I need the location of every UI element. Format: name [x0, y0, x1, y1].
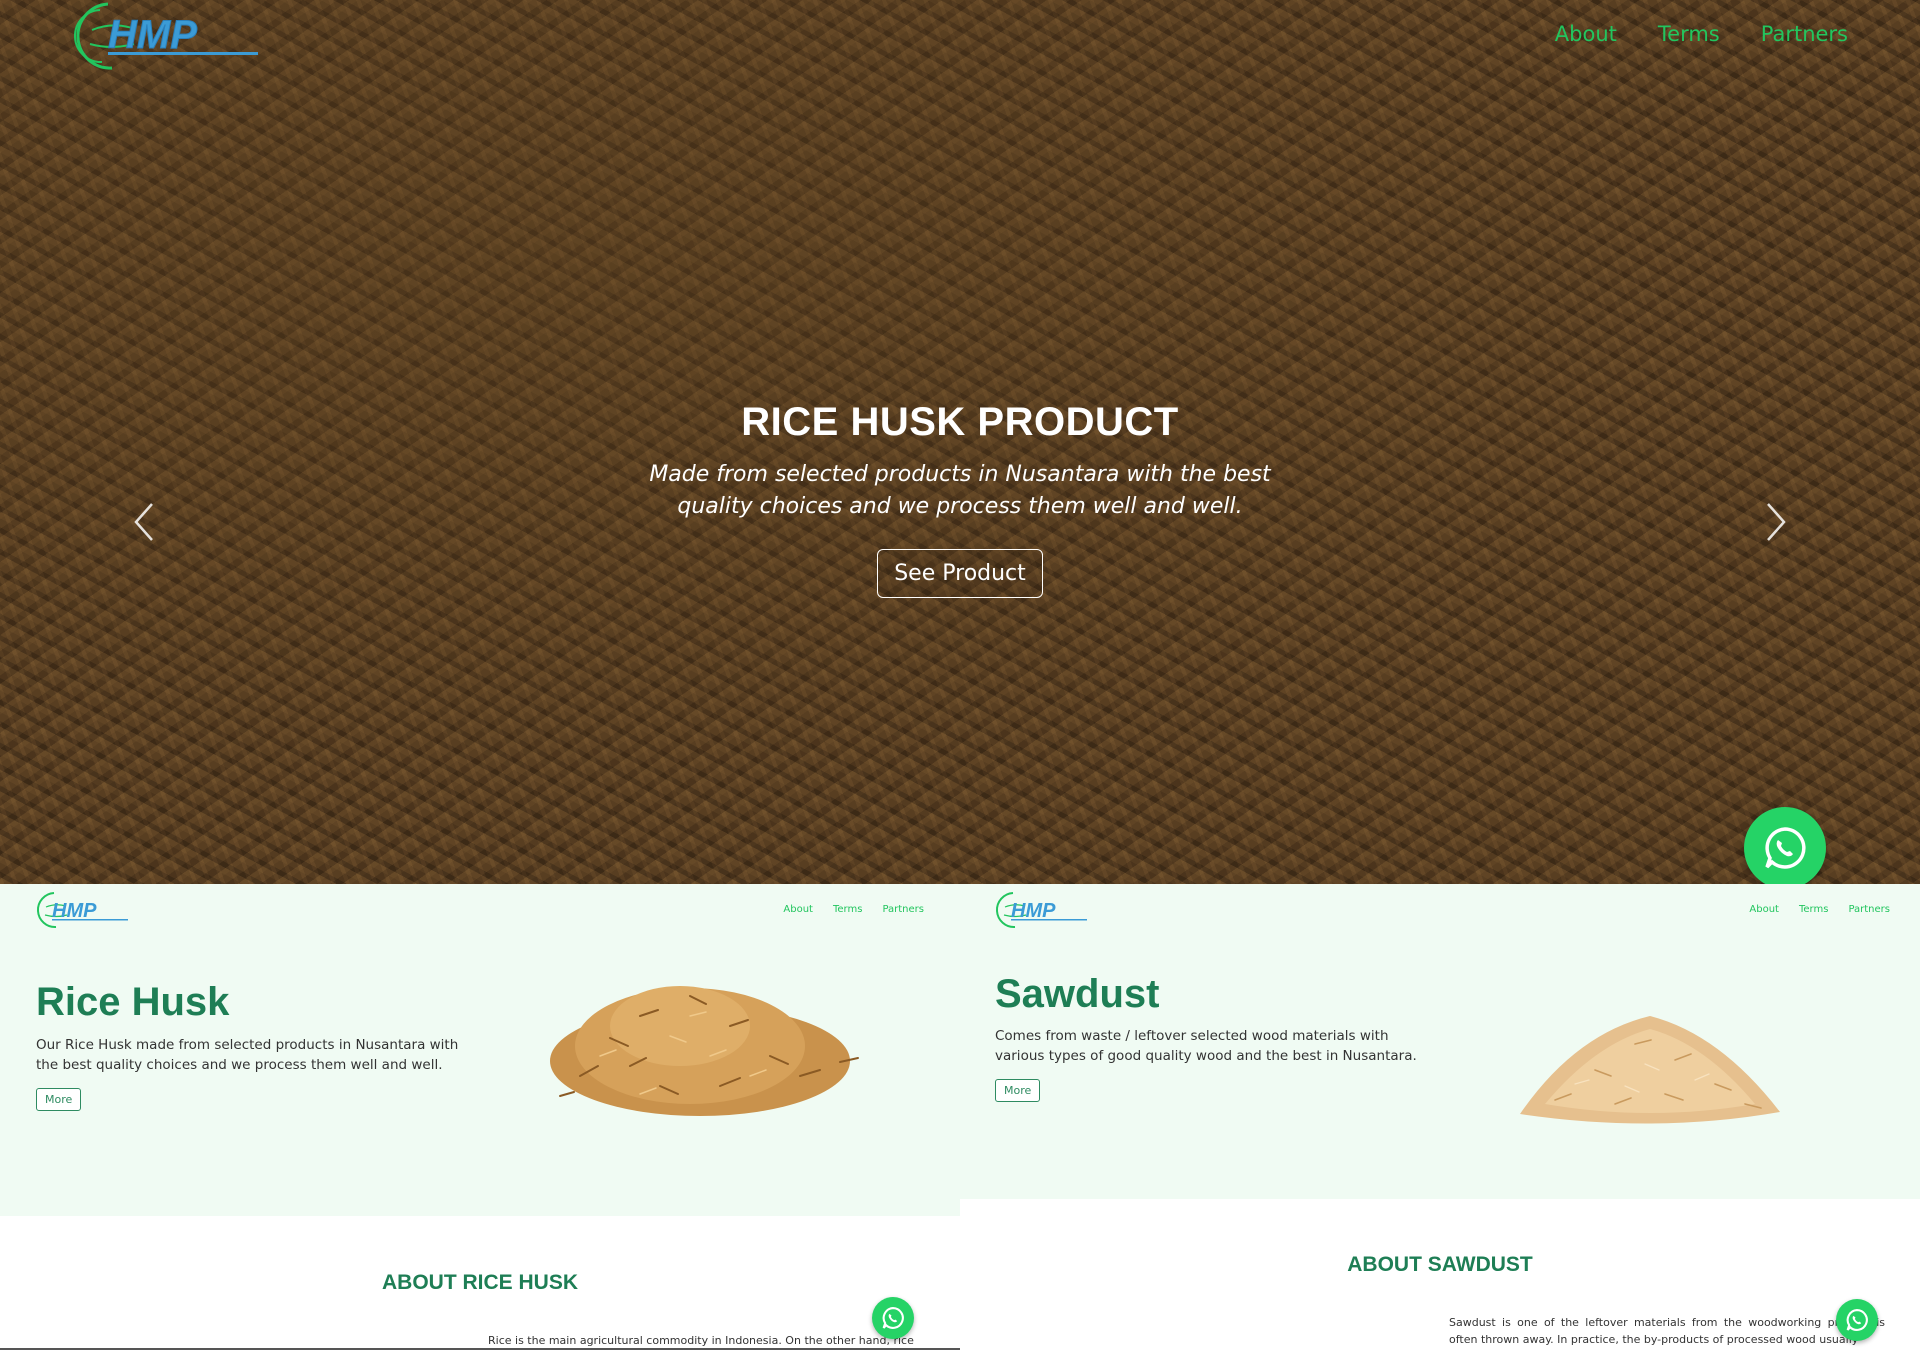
more-button[interactable]: More: [36, 1088, 82, 1111]
hero-title: RICE HUSK PRODUCT: [741, 400, 1179, 444]
main-nav: About Terms Partners: [1555, 22, 1848, 46]
rice-husk-hero: HMP About Terms Partners Rice Husk Our R…: [0, 884, 960, 1216]
svg-text:HMP: HMP: [1011, 900, 1056, 922]
see-product-button[interactable]: See Product: [877, 549, 1043, 598]
main-nav: About Terms Partners: [783, 904, 924, 915]
nav-terms[interactable]: Terms: [1658, 22, 1720, 46]
sawdust-page: HMP About Terms Partners Sawdust Comes f…: [960, 884, 1920, 1350]
product-description: Comes from waste / leftover selected woo…: [995, 1028, 1417, 1064]
about-title: ABOUT RICE HUSK: [381, 1271, 578, 1294]
nav-partners[interactable]: Partners: [1761, 22, 1848, 46]
about-text: Sawdust is one of the leftover materials…: [1449, 1316, 1885, 1346]
nav-about[interactable]: About: [783, 904, 813, 915]
nav-terms[interactable]: Terms: [833, 904, 862, 915]
sawdust-image: [1520, 1016, 1780, 1124]
rice-husk-image: [550, 986, 859, 1116]
whatsapp-icon: [1846, 1309, 1868, 1331]
nav-about[interactable]: About: [1555, 22, 1617, 46]
whatsapp-icon: [882, 1307, 904, 1329]
hero-carousel: HMP About Terms Partners RICE HUSK PRODU…: [0, 0, 1920, 884]
whatsapp-icon: [1765, 827, 1806, 869]
main-nav: About Terms Partners: [1749, 904, 1890, 915]
whatsapp-button[interactable]: [1836, 1299, 1878, 1341]
nav-partners[interactable]: Partners: [882, 904, 924, 915]
whatsapp-button[interactable]: [1744, 807, 1826, 884]
sawdust-hero: HMP About Terms Partners Sawdust Comes f…: [960, 884, 1920, 1199]
svg-text:HMP: HMP: [52, 900, 97, 922]
hero-subtitle: Made from selected products in Nusantara…: [649, 462, 1271, 519]
rice-husk-page: HMP About Terms Partners Rice Husk Our R…: [0, 884, 960, 1350]
chevron-right-icon[interactable]: [1756, 500, 1796, 544]
product-title: Rice Husk: [36, 980, 230, 1024]
nav-about[interactable]: About: [1749, 904, 1779, 915]
hero-caption: RICE HUSK PRODUCT Made from selected pro…: [560, 400, 1360, 598]
hmp-logo[interactable]: HMP: [995, 891, 1089, 929]
more-button[interactable]: More: [995, 1079, 1041, 1102]
hmp-logo[interactable]: HMP: [72, 0, 262, 72]
svg-text:HMP: HMP: [108, 13, 197, 57]
product-description: Our Rice Husk made from selected product…: [36, 1037, 459, 1073]
product-title: Sawdust: [995, 972, 1160, 1016]
about-title: ABOUT SAWDUST: [1347, 1253, 1533, 1276]
hmp-logo[interactable]: HMP: [36, 891, 130, 929]
nav-terms[interactable]: Terms: [1799, 904, 1828, 915]
whatsapp-button[interactable]: [872, 1297, 914, 1339]
about-text: Rice is the main agricultural commodity …: [488, 1334, 914, 1347]
chevron-left-icon[interactable]: [124, 500, 164, 544]
nav-partners[interactable]: Partners: [1848, 904, 1890, 915]
